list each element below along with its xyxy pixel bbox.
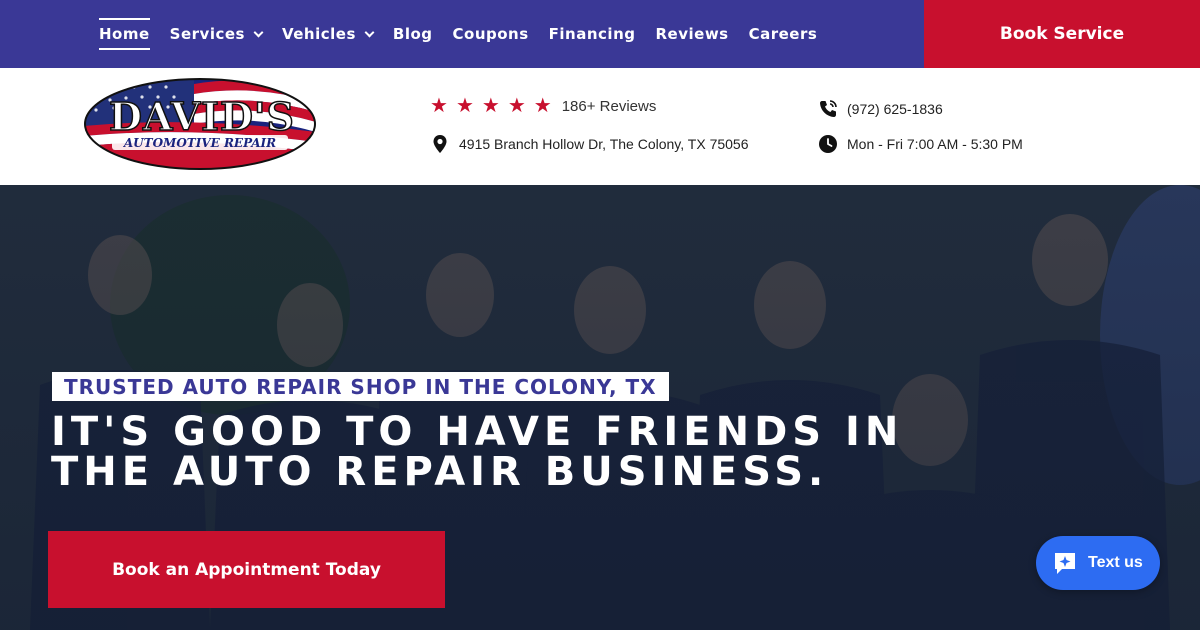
nav-menu: Home Services Vehicles Blog Coupons Fina… bbox=[99, 0, 837, 68]
text-us-label: Text us bbox=[1088, 554, 1143, 571]
book-appointment-button[interactable]: Book an Appointment Today bbox=[48, 531, 445, 608]
nav-item-financing[interactable]: Financing bbox=[549, 18, 636, 50]
hero-headline-line2: THE AUTO REPAIR BUSINESS. bbox=[51, 449, 829, 495]
nav-item-label: Services bbox=[169, 25, 245, 43]
nav-item-label: Blog bbox=[392, 25, 433, 43]
clock-icon bbox=[819, 135, 837, 153]
map-pin-icon bbox=[433, 135, 447, 153]
nav-item-careers[interactable]: Careers bbox=[749, 18, 818, 50]
chevron-down-icon bbox=[253, 27, 264, 37]
nav-item-label: Home bbox=[99, 25, 150, 43]
nav-item-label: Careers bbox=[748, 25, 818, 43]
chevron-down-icon bbox=[364, 27, 375, 37]
rating-summary[interactable]: ★ ★ ★ ★ ★ 186+ Reviews bbox=[430, 96, 656, 116]
top-navigation: Home Services Vehicles Blog Coupons Fina… bbox=[0, 0, 1200, 68]
nav-item-label: Coupons bbox=[452, 25, 529, 43]
davids-logo[interactable]: DAVID'S AUTOMOTIVE REPAIR bbox=[84, 78, 316, 170]
logo-subtitle-text: AUTOMOTIVE REPAIR bbox=[123, 136, 276, 150]
nav-item-label: Vehicles bbox=[281, 25, 356, 43]
star-icon: ★ bbox=[507, 95, 526, 117]
hero-section: TRUSTED AUTO REPAIR SHOP IN THE COLONY, … bbox=[0, 185, 1200, 630]
nav-item-services[interactable]: Services bbox=[169, 18, 264, 50]
star-icon: ★ bbox=[430, 95, 448, 117]
nav-item-coupons[interactable]: Coupons bbox=[453, 18, 529, 50]
hero-headline: IT'S GOOD TO HAVE FRIENDS IN THE AUTO RE… bbox=[51, 412, 903, 492]
reviews-count[interactable]: 186+ Reviews bbox=[562, 98, 657, 115]
business-hours: Mon - Fri 7:00 AM - 5:30 PM bbox=[818, 134, 1023, 154]
hero-tagline: TRUSTED AUTO REPAIR SHOP IN THE COLONY, … bbox=[52, 372, 669, 401]
nav-item-vehicles[interactable]: Vehicles bbox=[281, 18, 375, 50]
nav-item-blog[interactable]: Blog bbox=[393, 18, 433, 50]
star-icon: ★ bbox=[533, 95, 552, 117]
chat-sparkle-icon bbox=[1055, 553, 1075, 574]
nav-item-label: Reviews bbox=[655, 25, 729, 43]
phone-icon bbox=[820, 100, 837, 117]
star-icon: ★ bbox=[481, 95, 500, 117]
phone-number: (972) 625-1836 bbox=[847, 101, 943, 117]
hero-headline-line1: IT'S GOOD TO HAVE FRIENDS IN bbox=[51, 409, 904, 455]
book-service-button[interactable]: Book Service bbox=[924, 0, 1200, 68]
nav-item-reviews[interactable]: Reviews bbox=[656, 18, 729, 50]
info-bar: DAVID'S AUTOMOTIVE REPAIR ★ ★ ★ ★ ★ 186+… bbox=[0, 68, 1200, 185]
text-us-button[interactable]: Text us bbox=[1036, 536, 1160, 590]
phone-link[interactable]: (972) 625-1836 bbox=[818, 99, 943, 119]
nav-item-home[interactable]: Home bbox=[99, 18, 150, 50]
hours-text: Mon - Fri 7:00 AM - 5:30 PM bbox=[847, 136, 1023, 152]
logo-name-text: DAVID'S bbox=[109, 94, 295, 139]
address-text: 4915 Branch Hollow Dr, The Colony, TX 75… bbox=[459, 136, 749, 152]
nav-item-label: Financing bbox=[548, 25, 636, 43]
star-icon: ★ bbox=[455, 95, 474, 117]
address-link[interactable]: 4915 Branch Hollow Dr, The Colony, TX 75… bbox=[430, 134, 749, 154]
